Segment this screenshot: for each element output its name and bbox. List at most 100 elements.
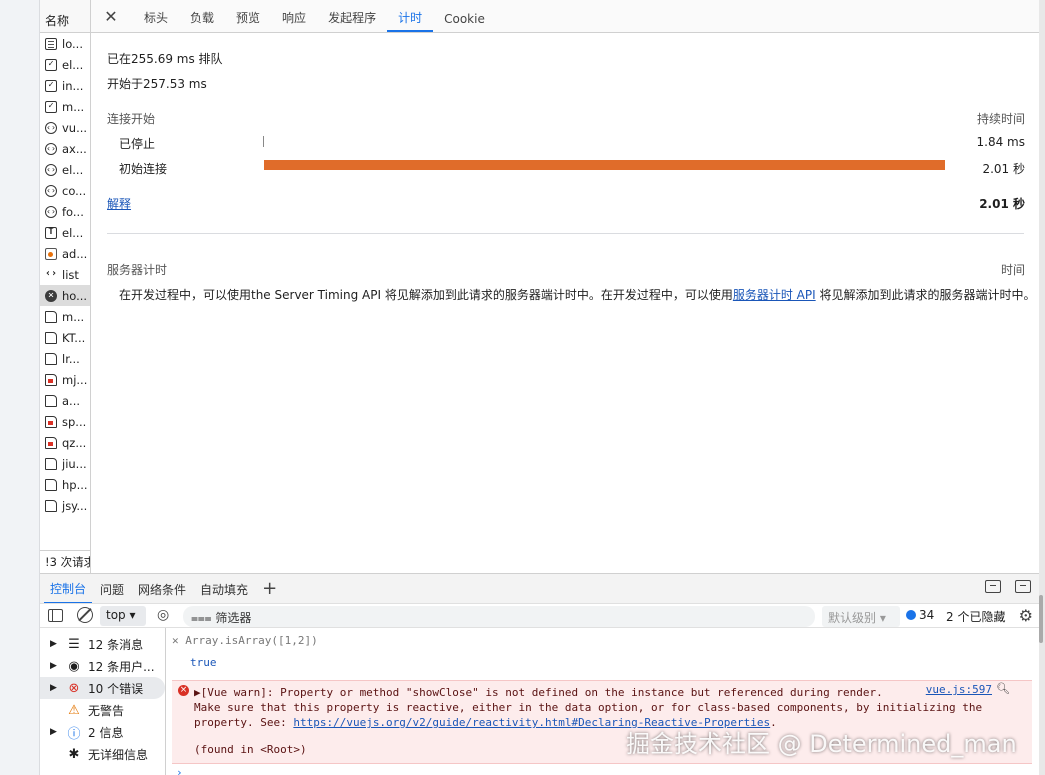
close-icon[interactable]: ✕ — [101, 4, 121, 32]
request-row[interactable]: el... — [40, 222, 90, 243]
filter-input[interactable]: ⩶ 筛选器 — [183, 606, 815, 627]
total-duration: 2.01 秒 — [979, 197, 1025, 211]
request-row[interactable]: jsy... — [40, 495, 90, 516]
input-expression: Array.isArray([1,2]) — [185, 634, 318, 647]
issues-badge[interactable]: 34 — [906, 608, 934, 622]
settings-gear-icon[interactable]: ⚙ — [1019, 606, 1033, 625]
stalled-label: 已停止 — [119, 137, 156, 151]
request-row[interactable]: in... — [40, 75, 90, 96]
tab-preview[interactable]: 预览 — [225, 9, 271, 32]
console-prompt-icon[interactable]: › — [176, 766, 183, 775]
request-name: sp... — [62, 414, 87, 429]
initial-connection-label: 初始连接 — [119, 162, 168, 176]
bug-icon: ✱ — [68, 746, 80, 762]
request-name: el... — [62, 225, 84, 240]
console-sidebar: ▶ ☰ 12 条消息 ▶ ◉ 12 条用户... ▶ ⊗ 10 个错误 ⚠ 无警告 ▶ ⓘ 2 信… — [40, 628, 166, 775]
request-row[interactable]: mj... — [40, 369, 90, 390]
filter-placeholder: 筛选器 — [215, 611, 252, 625]
request-name: m... — [62, 99, 85, 114]
request-row[interactable]: jiu... — [40, 453, 90, 474]
error-line-1[interactable]: ▶[Vue warn]: Property or method "showClo… — [194, 686, 883, 699]
request-row[interactable]: ax... — [40, 138, 90, 159]
server-timing-api-link[interactable]: 服务器计时 API — [733, 288, 816, 302]
check-icon — [45, 79, 57, 92]
user-icon: ◉ — [68, 658, 80, 674]
request-row[interactable]: m... — [40, 96, 90, 117]
request-row[interactable]: el... — [40, 54, 90, 75]
error-source-link[interactable]: vue.js:597 — [926, 683, 992, 696]
request-row[interactable]: fo... — [40, 201, 90, 222]
code-icon — [45, 184, 57, 197]
sidebar-item-info[interactable]: ▶ ⓘ 2 信息 — [40, 721, 165, 743]
initial-connection-bar — [264, 160, 945, 170]
request-row[interactable]: vu... — [40, 117, 90, 138]
drawer-tabbar: 控制台 问题 网络条件 自动填充 + — [40, 573, 1039, 604]
request-row[interactable]: lr... — [40, 348, 90, 369]
code-icon — [45, 121, 57, 134]
context-select[interactable]: top ▾ — [100, 606, 146, 626]
request-name: el... — [62, 57, 84, 72]
sidebar-item-errors[interactable]: ▶ ⊗ 10 个错误 — [40, 677, 165, 699]
request-name: a... — [62, 393, 81, 408]
error-see-prefix: property. See: — [194, 716, 294, 729]
tab-headers[interactable]: 标头 — [133, 9, 179, 32]
request-name: ho... — [62, 288, 88, 303]
started-text: 开始于257.53 ms — [107, 77, 207, 91]
error-line-4: (found in <Root>) — [194, 743, 307, 756]
log-level-select[interactable]: 默认级别 ▾ — [822, 606, 900, 627]
eye-icon[interactable]: ◎ — [157, 607, 169, 623]
tab-cookie[interactable]: Cookie — [433, 12, 496, 32]
explanation-link[interactable]: 解释 — [107, 195, 131, 212]
search-icon[interactable]: 🔍︎ — [996, 682, 1010, 695]
sidebar-item-user-messages[interactable]: ▶ ◉ 12 条用户... — [40, 655, 165, 677]
request-row[interactable]: lo... — [40, 33, 90, 54]
request-name: lr... — [62, 351, 80, 366]
clear-console-icon[interactable] — [77, 607, 93, 623]
tab-response[interactable]: 响应 — [271, 9, 317, 32]
list-icon: ☰ — [68, 636, 80, 652]
sidebar-label: 无警告 — [88, 703, 125, 718]
console-input-entry: ✕ Array.isArray([1,2]) — [172, 634, 318, 647]
tab-initiator[interactable]: 发起程序 — [317, 9, 387, 32]
scroll-thumb[interactable] — [1039, 595, 1043, 643]
request-row[interactable]: qz... — [40, 432, 90, 453]
tab-autofill[interactable]: 自动填充 — [194, 575, 254, 603]
issues-count: 34 — [919, 608, 935, 622]
request-row[interactable]: ad... — [40, 243, 90, 264]
request-row[interactable]: ho... — [40, 285, 90, 306]
request-row[interactable]: hp... — [40, 474, 90, 495]
outer-left-strip — [0, 0, 40, 775]
tab-issues[interactable]: 问题 — [94, 575, 130, 603]
request-row[interactable]: sp... — [40, 411, 90, 432]
sidebar-item-messages[interactable]: ▶ ☰ 12 条消息 — [40, 633, 165, 655]
name-column-header[interactable]: 名称 — [40, 0, 90, 33]
request-name: qz... — [62, 435, 87, 450]
section-divider — [107, 233, 1024, 234]
sidebar-item-warnings[interactable]: ⚠ 无警告 — [40, 699, 165, 721]
tab-network-conditions[interactable]: 网络条件 — [132, 575, 192, 603]
request-name: in... — [62, 78, 84, 93]
file-icon — [45, 310, 57, 323]
stalled-duration: 1.84 ms — [976, 135, 1025, 149]
request-row[interactable]: m... — [40, 306, 90, 327]
warning-icon: ⚠ — [68, 702, 80, 718]
tab-payload[interactable]: 负载 — [179, 9, 225, 32]
add-tab-icon[interactable]: + — [262, 579, 277, 598]
tab-console[interactable]: 控制台 — [44, 574, 93, 604]
log-level-value: 默认级别 — [828, 611, 877, 625]
request-row[interactable]: list — [40, 264, 90, 285]
request-name: vu... — [62, 120, 88, 135]
request-row[interactable]: a... — [40, 390, 90, 411]
request-row[interactable]: el... — [40, 159, 90, 180]
right-edge-scrollbar[interactable] — [1039, 0, 1045, 775]
dock-icon[interactable] — [985, 580, 1001, 593]
close-drawer-icon[interactable] — [1015, 580, 1031, 593]
tab-timing[interactable]: 计时 — [387, 9, 434, 32]
sidebar-item-verbose[interactable]: ✱ 无详细信息 — [40, 743, 165, 765]
initial-connection-duration: 2.01 秒 — [982, 162, 1025, 176]
stalled-bar — [263, 136, 264, 147]
request-name: ax... — [62, 141, 87, 156]
request-row[interactable]: KT... — [40, 327, 90, 348]
sidebar-toggle-icon[interactable] — [48, 609, 63, 622]
request-row[interactable]: co... — [40, 180, 90, 201]
